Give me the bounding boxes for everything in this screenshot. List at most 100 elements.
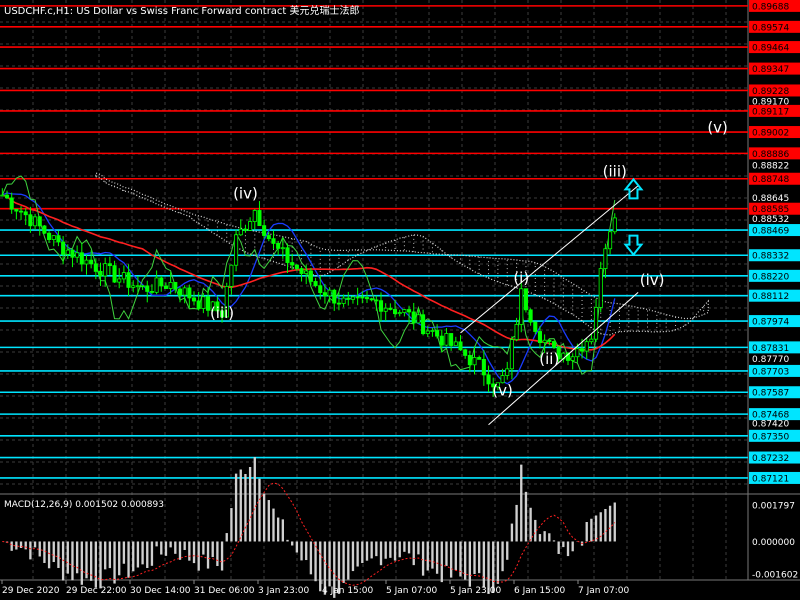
time-tick-label: 6 Jan 15:00 <box>514 586 566 596</box>
candle-body <box>248 221 253 231</box>
candle-body <box>23 211 28 216</box>
candle-body <box>374 299 379 302</box>
wave-label: (iv) <box>233 185 258 203</box>
price-tick-label: 0.88748 <box>752 175 789 185</box>
time-tick-label: 5 Jan 23:00 <box>450 586 502 596</box>
price-tick-label: 0.87420 <box>752 419 789 429</box>
candle-body <box>542 339 547 344</box>
price-tick-label: 0.88822 <box>752 162 789 172</box>
candle-body <box>575 348 580 358</box>
candle-body <box>570 356 575 361</box>
candle-body <box>51 235 56 240</box>
candle-body <box>612 217 617 233</box>
candle-body <box>168 282 173 289</box>
price-tick-label: 0.87974 <box>752 318 789 328</box>
candle-body <box>84 259 89 265</box>
candle-body <box>407 309 412 313</box>
candle-body <box>252 210 257 222</box>
candle-body <box>121 272 126 280</box>
candle-body <box>430 330 435 332</box>
macd-tick-label: -0.001602 <box>752 571 798 581</box>
candle-body <box>19 210 24 213</box>
candle-body <box>322 292 327 297</box>
candle-body <box>336 302 341 305</box>
candle-body <box>467 355 472 366</box>
candle-body <box>294 264 299 269</box>
price-chart[interactable]: (iv) (iii) (i) (ii) (v) (iii) (iv) (v) 0.89688 0… <box>0 0 800 600</box>
price-tick-label: 0.89347 <box>752 65 789 75</box>
candle-body <box>89 259 94 265</box>
candle-body <box>523 288 528 311</box>
candle-body <box>509 339 514 370</box>
wave-label: (v) <box>492 381 513 399</box>
candle-body <box>70 249 75 258</box>
wave-label: (i) <box>513 269 529 287</box>
candle-body <box>37 216 42 227</box>
candle-body <box>201 296 206 309</box>
candle-body <box>449 333 454 346</box>
price-tick-label: 0.88469 <box>752 227 789 237</box>
candle-body <box>28 214 33 227</box>
price-tick-label: 0.88220 <box>752 272 789 282</box>
candle-body <box>360 296 365 299</box>
time-tick-label: 7 Jan 07:00 <box>578 586 630 596</box>
candle-body <box>280 247 285 250</box>
candle-body <box>117 278 122 283</box>
candle-body <box>416 314 421 324</box>
candle-body <box>486 374 491 385</box>
candle-body <box>177 288 183 296</box>
candle-body <box>435 330 440 337</box>
price-tick-label: 0.88532 <box>752 215 789 225</box>
candle-body <box>14 208 19 212</box>
macd-tick-label: 0.001797 <box>752 502 795 512</box>
macd-title: MACD(12,26,9) 0.001502 0.000893 <box>4 500 164 510</box>
wave-label: (iii) <box>210 304 234 322</box>
candle-body <box>388 307 393 310</box>
candle-body <box>187 287 192 299</box>
candle-body <box>103 263 108 277</box>
time-tick-label: 3 Jan 23:00 <box>258 586 310 596</box>
candle-body <box>65 249 70 255</box>
candle-body <box>598 268 603 308</box>
candle-body <box>47 232 52 240</box>
candle-body <box>79 252 84 265</box>
price-tick-label: 0.88585 <box>752 205 789 215</box>
candle-body <box>318 285 323 294</box>
candle-body <box>481 358 486 376</box>
chart-title: USDCHF.c,H1: US Dollar vs Swiss Franc Fo… <box>4 6 360 17</box>
candle-body <box>537 331 542 344</box>
price-tick-label: 0.87232 <box>752 454 789 464</box>
price-tick-label: 0.87703 <box>752 367 789 377</box>
candle-body <box>238 228 243 236</box>
price-tick-label: 0.87121 <box>752 474 789 484</box>
price-tick-label: 0.89117 <box>752 107 789 117</box>
candle-body <box>56 235 61 243</box>
candle-body <box>173 282 178 290</box>
candle-body <box>332 289 337 304</box>
candle-body <box>453 341 458 346</box>
candle-body <box>463 349 468 356</box>
candle-body <box>285 247 290 263</box>
candle-body <box>75 252 80 258</box>
candle-body <box>33 216 38 227</box>
time-tick-label: 29 Dec 22:00 <box>66 586 127 596</box>
price-tick-label: 0.88332 <box>752 252 789 262</box>
candle-body <box>547 339 552 342</box>
candle-body <box>364 297 370 300</box>
candle-body <box>271 238 276 244</box>
price-tick-label: 0.87587 <box>752 389 789 399</box>
candle-body <box>458 341 463 351</box>
candle-body <box>257 210 262 227</box>
wave-label: (ii) <box>539 350 559 368</box>
candle-body <box>42 225 47 234</box>
candle-body <box>477 357 482 360</box>
wave-label: (iv) <box>640 271 665 289</box>
candle-body <box>182 287 187 296</box>
candle-body <box>126 272 131 288</box>
candle-body <box>61 241 66 255</box>
candle-body <box>397 312 402 315</box>
candle-body <box>262 225 267 236</box>
price-tick-label: 0.88112 <box>752 292 789 302</box>
candle-body <box>93 263 98 272</box>
candle-body <box>112 265 117 283</box>
